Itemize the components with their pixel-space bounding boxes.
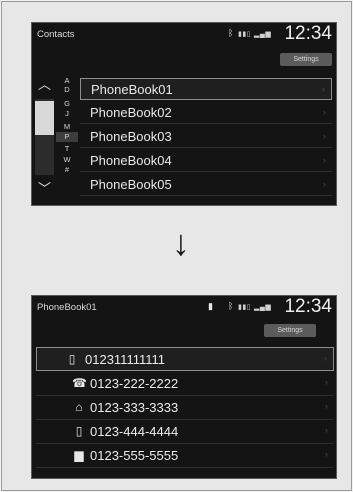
- contact-list-item[interactable]: PhoneBook04 ›: [80, 150, 332, 172]
- manual-figure-frame: Contacts ᛒ ▮▮▯ ▂▄▆ 12:34 Settings ︿ ﹀ A …: [1, 1, 352, 491]
- contact-list-item[interactable]: PhoneBook03 ›: [80, 126, 332, 148]
- battery-icon: ▮▮▯: [238, 31, 252, 38]
- chevron-right-icon: ›: [325, 449, 328, 459]
- phone-number-item[interactable]: ▯ 012311111111 ›: [36, 347, 334, 371]
- signal-icon: ▂▄▆: [254, 31, 272, 38]
- work-building-icon: ▆: [74, 448, 84, 462]
- contact-name: PhoneBook01: [91, 82, 173, 97]
- scroll-thumb[interactable]: [35, 101, 54, 135]
- chevron-right-icon: ›: [323, 179, 326, 189]
- alpha-index-item[interactable]: W: [56, 155, 78, 165]
- alpha-index-item[interactable]: #: [56, 165, 78, 175]
- contact-name: PhoneBook02: [90, 105, 172, 120]
- chevron-right-icon: ›: [323, 131, 326, 141]
- phone-number-item[interactable]: ☎ 0123-222-2222 ›: [36, 372, 334, 396]
- contact-name: PhoneBook04: [90, 153, 172, 168]
- contact-list-item[interactable]: PhoneBook01 ›: [80, 78, 332, 100]
- screen-title: PhoneBook01: [37, 302, 97, 313]
- phone-number-text: 012311111111: [85, 352, 166, 367]
- header-bar: Contacts ᛒ ▮▮▯ ▂▄▆ 12:34: [32, 23, 336, 45]
- clock: 12:34: [284, 23, 332, 44]
- mobile-phone-icon: ▯: [68, 352, 76, 366]
- alpha-index-item[interactable]: G: [56, 99, 78, 109]
- house-icon: ⌂: [75, 400, 83, 414]
- contact-name: PhoneBook05: [90, 177, 172, 192]
- phone-number-text: 0123-444-4444: [90, 424, 179, 439]
- alpha-index-item[interactable]: D: [56, 85, 78, 95]
- contacts-screen: Contacts ᛒ ▮▮▯ ▂▄▆ 12:34 Settings ︿ ﹀ A …: [31, 22, 337, 206]
- chevron-right-icon: ›: [325, 401, 328, 411]
- alpha-index-item[interactable]: M: [56, 122, 78, 132]
- clock: 12:34: [284, 296, 332, 317]
- phone-number-item[interactable]: ⌂ 0123-333-3333 ›: [36, 396, 334, 420]
- chevron-right-icon: ›: [323, 107, 326, 117]
- contact-list-item[interactable]: PhoneBook05 ›: [80, 174, 332, 196]
- settings-button[interactable]: Settings: [264, 324, 316, 337]
- home-phone-icon: ☎: [72, 376, 87, 390]
- contact-detail-screen: PhoneBook01 ▮ ᛒ ▮▮▯ ▂▄▆ 12:34 Settings ▯…: [31, 295, 337, 479]
- phone-number-item[interactable]: ▆ 0123-555-5555 ›: [36, 444, 334, 468]
- bluetooth-icon: ᛒ: [228, 28, 234, 38]
- contact-name: PhoneBook03: [90, 129, 172, 144]
- phone-connection-icon: ▮: [208, 301, 213, 311]
- alpha-index-item[interactable]: P: [56, 132, 78, 142]
- phone-number-text: 0123-333-3333: [90, 400, 179, 415]
- header-bar: PhoneBook01 ▮ ᛒ ▮▮▯ ▂▄▆ 12:34: [32, 296, 336, 318]
- phone-number-text: 0123-555-5555: [90, 448, 179, 463]
- chevron-right-icon: ›: [323, 155, 326, 165]
- scroll-up-icon[interactable]: ︿: [34, 75, 55, 95]
- phone-number-text: 0123-222-2222: [90, 376, 179, 391]
- alpha-index-item[interactable]: T: [56, 144, 78, 154]
- scroll-down-icon[interactable]: ﹀: [34, 179, 55, 199]
- contact-list-item[interactable]: PhoneBook02 ›: [80, 102, 332, 124]
- mobile-phone-icon: ▯: [75, 424, 83, 438]
- phone-number-item[interactable]: ▯ 0123-444-4444 ›: [36, 420, 334, 444]
- chevron-right-icon: ›: [324, 353, 327, 363]
- signal-icon: ▂▄▆: [254, 304, 272, 311]
- scroll-control: ︿ ﹀: [34, 75, 55, 199]
- settings-button[interactable]: Settings: [280, 53, 332, 66]
- chevron-right-icon: ›: [322, 84, 325, 94]
- bluetooth-icon: ᛒ: [228, 301, 234, 311]
- chevron-right-icon: ›: [325, 425, 328, 435]
- screen-title: Contacts: [37, 29, 75, 40]
- down-arrow-icon: ↓: [172, 222, 190, 263]
- chevron-right-icon: ›: [325, 377, 328, 387]
- alphabet-index: A D G J M P T W #: [56, 76, 78, 200]
- alpha-index-item[interactable]: J: [56, 109, 78, 119]
- battery-icon: ▮▮▯: [238, 304, 252, 311]
